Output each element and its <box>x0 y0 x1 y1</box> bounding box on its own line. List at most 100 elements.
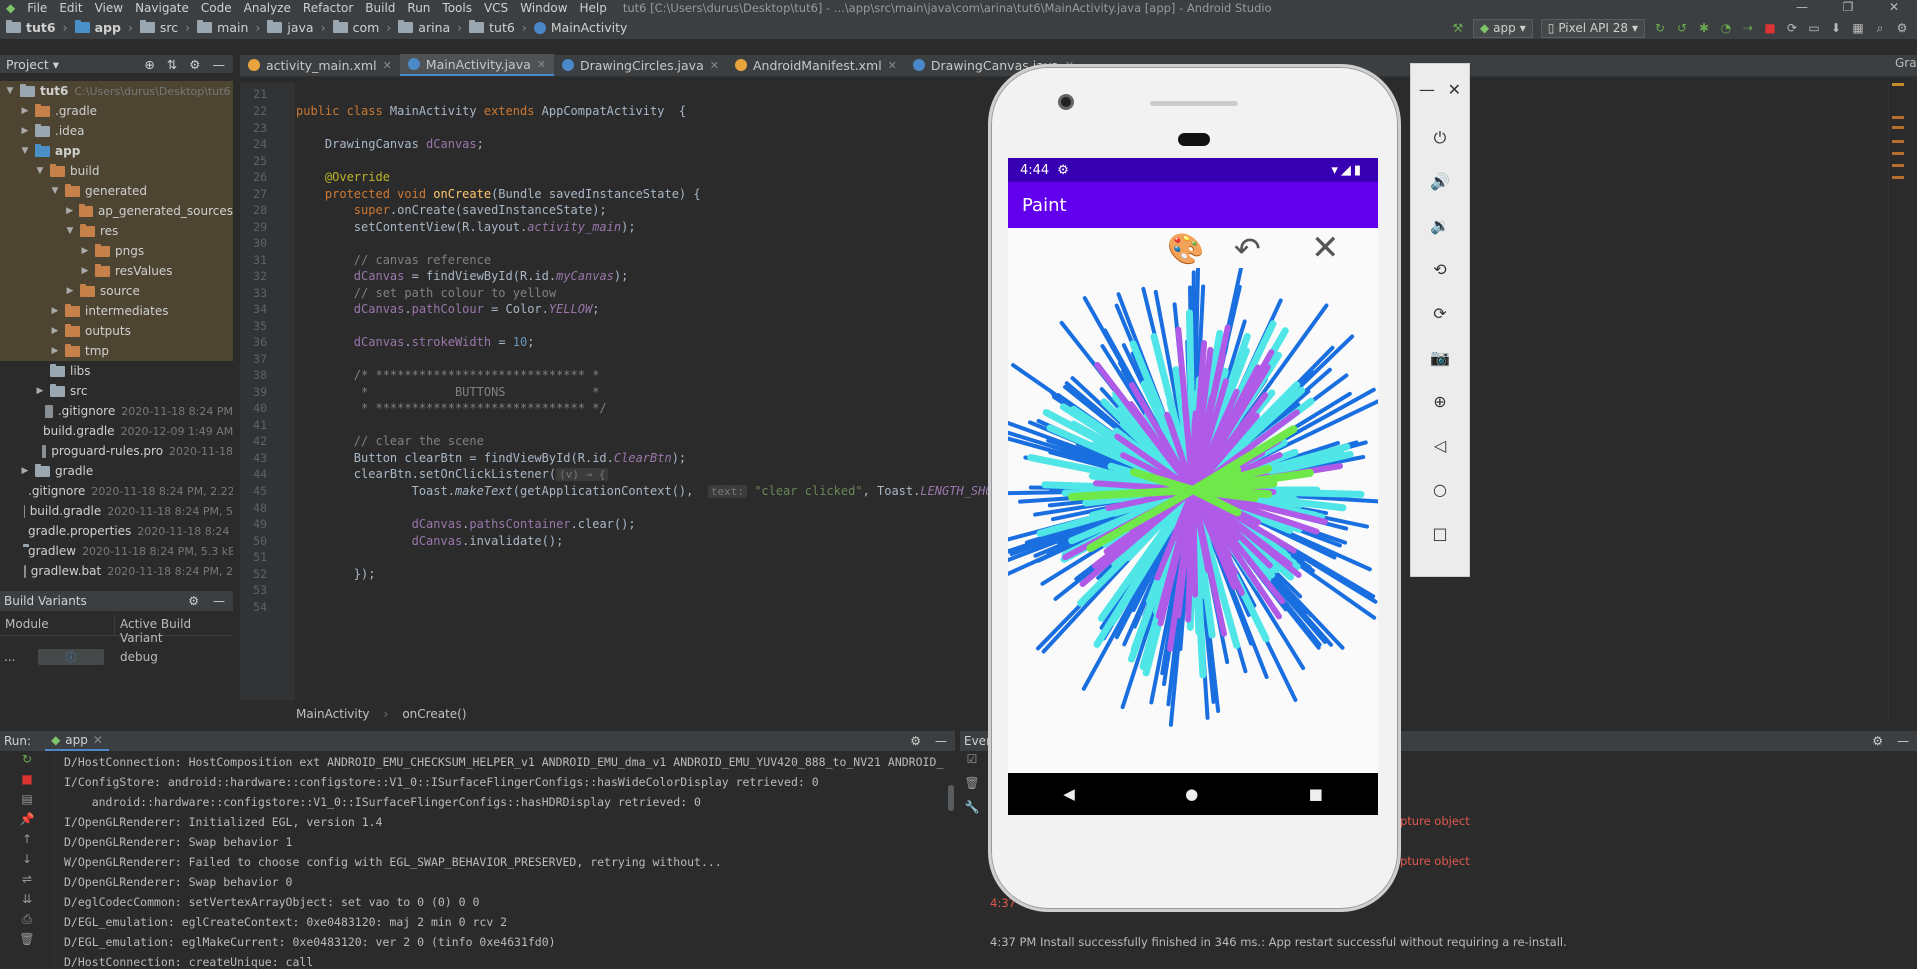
mark-read-icon[interactable]: ☑ <box>960 752 984 776</box>
power-icon[interactable]: ⏻ <box>1411 116 1469 160</box>
recents-icon[interactable]: ■ <box>1309 785 1323 803</box>
expand-arrow-icon[interactable]: ▼ <box>19 146 31 156</box>
minimize-icon[interactable]: — <box>1419 68 1435 112</box>
tree-item[interactable]: ▼ app <box>0 141 233 161</box>
close-icon[interactable]: ✕ <box>1311 228 1340 268</box>
gear-icon[interactable]: ⚙ <box>1872 734 1883 748</box>
locate-icon[interactable]: ⊕ <box>144 57 154 72</box>
gradle-tool-label[interactable]: Grac <box>1895 56 1917 70</box>
expand-arrow-icon[interactable]: ▼ <box>4 86 16 96</box>
log-line[interactable]: W/OpenGLRenderer: Failed to choose confi… <box>64 852 954 872</box>
code-line[interactable]: // set path colour to yellow <box>296 286 556 300</box>
tree-item[interactable]: ▶ intermediates <box>0 301 233 321</box>
tree-item[interactable]: ▶ .idea <box>0 121 233 141</box>
log-line[interactable]: D/OpenGLRenderer: Swap behavior 0 <box>64 872 954 892</box>
tree-item[interactable]: ▶ .gradle <box>0 101 233 121</box>
menu-build[interactable]: Build <box>359 1 401 15</box>
rerun-icon[interactable]: ↻ <box>0 752 54 772</box>
scroll-end-icon[interactable]: ⇊ <box>0 892 54 912</box>
settings-icon[interactable]: ⚙ <box>1895 21 1909 35</box>
expand-arrow-icon[interactable]: ▶ <box>49 346 61 356</box>
tree-item[interactable]: ▼ res <box>0 221 233 241</box>
menu-view[interactable]: View <box>89 1 129 15</box>
tree-item[interactable]: gradlew 2020-11-18 8:24 PM, 5.3 kB <box>0 541 233 561</box>
menu-vcs[interactable]: VCS <box>478 1 514 15</box>
restore-icon[interactable]: ❐ <box>1825 0 1871 16</box>
tree-item[interactable]: ▶ ap_generated_sources <box>0 201 233 221</box>
tree-item[interactable]: gradlew.bat 2020-11-18 8:24 PM, 2 <box>0 561 233 579</box>
crumb-item[interactable]: com <box>332 20 379 35</box>
avd-manager-icon[interactable]: ▭ <box>1807 21 1821 35</box>
tree-item[interactable]: libs <box>0 361 233 381</box>
crumb-item[interactable]: java <box>267 20 314 35</box>
tree-item[interactable]: proguard-rules.pro 2020-11-18 <box>0 441 233 461</box>
code-line[interactable]: * ***************************** */ <box>296 401 607 415</box>
run-config-select[interactable]: ◆ app ▾ <box>1472 18 1533 38</box>
code-line[interactable]: @Override <box>296 170 390 184</box>
code-line[interactable]: dCanvas.pathsContainer.clear(); <box>296 517 636 531</box>
code-line[interactable]: // canvas reference <box>296 253 491 267</box>
crumb-item[interactable]: main <box>197 20 248 35</box>
palette-icon[interactable]: 🎨 <box>1167 232 1204 267</box>
zoom-icon[interactable]: ⊕ <box>1411 380 1469 424</box>
event-error-2[interactable]: pture object <box>1400 854 1470 868</box>
stop-icon[interactable]: ■ <box>0 772 54 792</box>
expand-arrow-icon[interactable]: ▼ <box>34 166 46 176</box>
camera-icon[interactable]: 📷 <box>1411 336 1469 380</box>
crumb-item[interactable]: tut6 <box>6 20 56 35</box>
event-error-1[interactable]: pture object <box>1400 814 1470 828</box>
expand-arrow-icon[interactable]: ▶ <box>79 266 91 276</box>
tree-item[interactable]: .gitignore 2020-11-18 8:24 PM <box>0 401 233 421</box>
tree-item[interactable]: gradle.properties 2020-11-18 8:24 P <box>0 521 233 541</box>
attach-debugger-icon[interactable]: ⇢ <box>1741 21 1755 35</box>
trash-icon[interactable]: 🗑 <box>0 932 54 952</box>
tree-item[interactable]: build.gradle 2020-12-09 1:49 AM <box>0 421 233 441</box>
menu-refactor[interactable]: Refactor <box>297 1 359 15</box>
expand-arrow-icon[interactable]: ▶ <box>34 386 46 396</box>
crumb-item[interactable]: arina <box>398 20 450 35</box>
log-line[interactable]: D/HostConnection: HostComposition ext AN… <box>64 752 954 772</box>
hide-icon[interactable]: — <box>213 57 226 72</box>
hide-icon[interactable]: — <box>213 594 225 608</box>
collapse-icon[interactable]: ⇅ <box>167 57 177 72</box>
sync-icon[interactable]: ⟳ <box>1785 21 1799 35</box>
undo-icon[interactable]: ↶ <box>1234 230 1261 268</box>
close-tab-icon[interactable]: ✕ <box>383 59 392 72</box>
layout-inspector-icon[interactable]: ▦ <box>1851 21 1865 35</box>
stop-icon[interactable]: ■ <box>1763 21 1777 35</box>
wrap-icon[interactable]: ⇌ <box>0 872 54 892</box>
variant-select[interactable]: debug <box>120 650 158 664</box>
code-line[interactable]: protected void onCreate(Bundle savedInst… <box>296 187 701 201</box>
code-line[interactable]: // clear the scene <box>296 434 484 448</box>
hide-icon[interactable]: — <box>1897 734 1909 748</box>
crumb-item[interactable]: src <box>139 20 178 35</box>
rotate-right-icon[interactable]: ⟳ <box>1411 292 1469 336</box>
code-line[interactable]: public class MainActivity extends AppCom… <box>296 104 686 118</box>
log-line[interactable]: D/EGL_emulation: eglCreateContext: 0xe04… <box>64 912 954 932</box>
volume-down-icon[interactable]: 🔉 <box>1411 204 1469 248</box>
device-select[interactable]: ▯ Pixel API 28 ▾ <box>1540 18 1645 38</box>
code-line[interactable]: Toast.makeText(getApplicationContext(), … <box>296 484 1029 498</box>
run-log[interactable]: D/HostConnection: HostComposition ext AN… <box>64 752 954 969</box>
close-tab-icon[interactable]: ✕ <box>710 59 719 72</box>
up-icon[interactable]: ↑ <box>0 832 54 852</box>
editor-tab[interactable]: DrawingCircles.java ✕ <box>554 54 727 76</box>
overview-icon[interactable]: □ <box>1411 512 1469 556</box>
menu-file[interactable]: File <box>21 1 53 15</box>
crumb-class[interactable]: MainActivity <box>296 707 370 721</box>
menu-window[interactable]: Window <box>514 1 573 15</box>
code-line[interactable]: dCanvas.invalidate(); <box>296 534 564 548</box>
close-icon[interactable]: ✕ <box>1448 68 1461 112</box>
code-line[interactable]: Button clearBtn = findViewById(R.id.Clea… <box>296 451 686 465</box>
editor-tab[interactable]: MainActivity.java ✕ <box>399 54 554 76</box>
expand-arrow-icon[interactable]: ▶ <box>49 306 61 316</box>
profile-icon[interactable]: ◔ <box>1719 21 1733 35</box>
search-icon[interactable]: ⌕ <box>1873 21 1887 35</box>
run-tab-app[interactable]: ◆ app ✕ <box>45 731 109 751</box>
tree-item[interactable]: ▶ resValues <box>0 261 233 281</box>
rerun-icon[interactable]: ↻ <box>1653 21 1667 35</box>
code-line[interactable]: dCanvas.strokeWidth = 10; <box>296 335 535 349</box>
minimize-icon[interactable]: — <box>1779 0 1825 16</box>
phone-screen[interactable]: 4:44 ⚙ ▾◢▮ Paint 🎨 ↶ ✕ ◀ ● ■ <box>1008 158 1378 815</box>
close-tab-icon[interactable]: ✕ <box>537 58 546 71</box>
